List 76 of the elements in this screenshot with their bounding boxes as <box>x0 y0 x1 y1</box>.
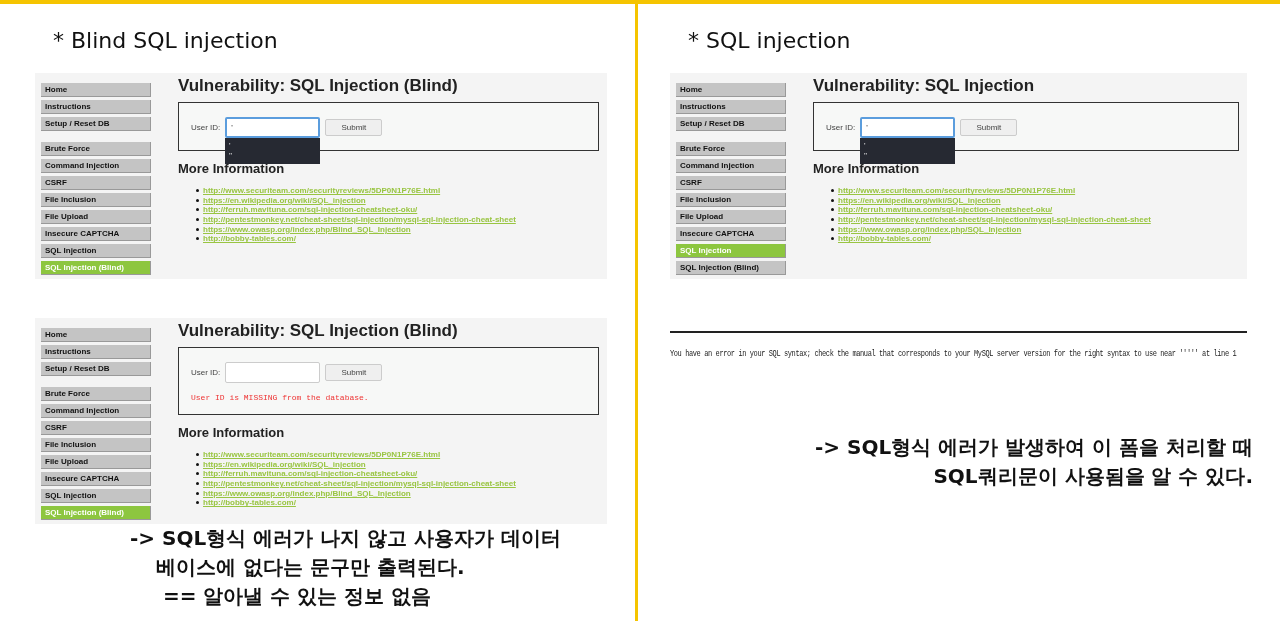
error-message: User ID is MISSING from the database. <box>191 393 369 402</box>
bullet-icon <box>196 218 199 222</box>
menu-item[interactable]: File Upload <box>41 210 151 224</box>
menu-item[interactable]: File Inclusion <box>41 438 151 452</box>
menu-item[interactable]: CSRF <box>676 176 786 190</box>
page-title: Vulnerability: SQL Injection (Blind) <box>178 76 458 97</box>
suggestion-item[interactable]: '' <box>229 151 233 161</box>
annotation-text: SQL쿼리문이 사용됨을 알 수 있다. <box>933 463 1253 490</box>
bullet-icon <box>196 227 199 231</box>
menu-item[interactable]: Instructions <box>676 100 786 114</box>
menu-item[interactable]: SQL Injection (Blind) <box>676 261 786 275</box>
menu-item[interactable]: File Inclusion <box>676 193 786 207</box>
page-title: Vulnerability: SQL Injection (Blind) <box>178 321 458 342</box>
menu-item[interactable]: SQL Injection <box>41 244 151 258</box>
menu-item[interactable]: CSRF <box>41 176 151 190</box>
suggestion-item[interactable]: ' <box>864 141 866 151</box>
suggestion-item[interactable]: '' <box>864 151 868 161</box>
menu-item[interactable]: File Upload <box>676 210 786 224</box>
menu-item[interactable]: Command Injection <box>676 159 786 173</box>
section-heading: More Information <box>178 161 285 176</box>
menu-item[interactable]: Command Injection <box>41 159 151 173</box>
menu-item[interactable]: File Upload <box>41 455 151 469</box>
input-field[interactable]: ' <box>225 117 321 138</box>
field-label: User ID: <box>191 368 221 377</box>
bullet-icon <box>196 462 199 466</box>
bullet-icon <box>196 453 199 457</box>
menu-item[interactable]: File Inclusion <box>41 193 151 207</box>
section-title: * Blind SQL injection <box>53 27 278 55</box>
bullet-icon <box>831 189 834 193</box>
menu-item[interactable]: Setup / Reset DB <box>41 117 151 131</box>
menu-item[interactable]: Home <box>41 328 151 342</box>
bullet-icon <box>196 189 199 193</box>
section-title: * SQL injection <box>688 27 851 55</box>
submit-button[interactable]: Submit <box>325 119 383 136</box>
menu-item[interactable]: SQL Injection <box>41 489 151 503</box>
field-label: User ID: <box>191 123 221 132</box>
annotation-text: -> SQL형식 에러가 나지 않고 사용자가 데이터 <box>130 525 561 552</box>
menu-item[interactable]: Home <box>41 83 151 97</box>
bullet-icon <box>196 472 199 476</box>
bullet-icon <box>196 208 199 212</box>
menu-item[interactable]: Instructions <box>41 100 151 114</box>
bullet-icon <box>831 218 834 222</box>
bullet-icon <box>196 237 199 241</box>
menu-item[interactable]: Brute Force <box>41 142 151 156</box>
bullet-icon <box>196 482 199 486</box>
bullet-icon <box>831 237 834 241</box>
page-title: Vulnerability: SQL Injection <box>813 76 1035 97</box>
section-heading: More Information <box>178 425 285 440</box>
menu-item[interactable]: Brute Force <box>676 142 786 156</box>
submit-button[interactable]: Submit <box>325 364 383 381</box>
annotation-text: -> SQL형식 에러가 발생하여 이 폼을 처리할 때 <box>815 434 1253 461</box>
bullet-icon <box>831 227 834 231</box>
submit-button[interactable]: Submit <box>960 119 1018 136</box>
suggestion-item[interactable]: ' <box>229 141 231 151</box>
bullet-icon <box>831 198 834 202</box>
menu-item[interactable]: Setup / Reset DB <box>676 117 786 131</box>
menu-item[interactable]: Brute Force <box>41 387 151 401</box>
menu-item[interactable]: Instructions <box>41 345 151 359</box>
bullet-icon <box>831 208 834 212</box>
menu-item[interactable]: Insecure CAPTCHA <box>676 227 786 241</box>
menu-item[interactable]: Setup / Reset DB <box>41 362 151 376</box>
menu-item[interactable]: Insecure CAPTCHA <box>41 472 151 486</box>
sql-error-text: You have an error in your SQL syntax; check the manual that corresponds to your MySQL server version for the right syntax to use near ''''' at line 1 <box>670 347 1237 359</box>
menu-item[interactable]: Home <box>676 83 786 97</box>
section-heading: More Information <box>813 161 920 176</box>
bullet-icon <box>196 198 199 202</box>
input-field[interactable]: ' <box>860 117 956 138</box>
annotation-text: 베이스에 없다는 문구만 출력된다. <box>156 554 465 581</box>
menu-item[interactable]: Command Injection <box>41 404 151 418</box>
bullet-icon <box>196 501 199 505</box>
bullet-icon <box>196 491 199 495</box>
menu-item[interactable]: CSRF <box>41 421 151 435</box>
input-field[interactable] <box>225 362 321 383</box>
field-label: User ID: <box>826 123 856 132</box>
annotation-text: == 알아낼 수 있는 정보 없음 <box>163 583 432 610</box>
menu-item[interactable]: Insecure CAPTCHA <box>41 227 151 241</box>
